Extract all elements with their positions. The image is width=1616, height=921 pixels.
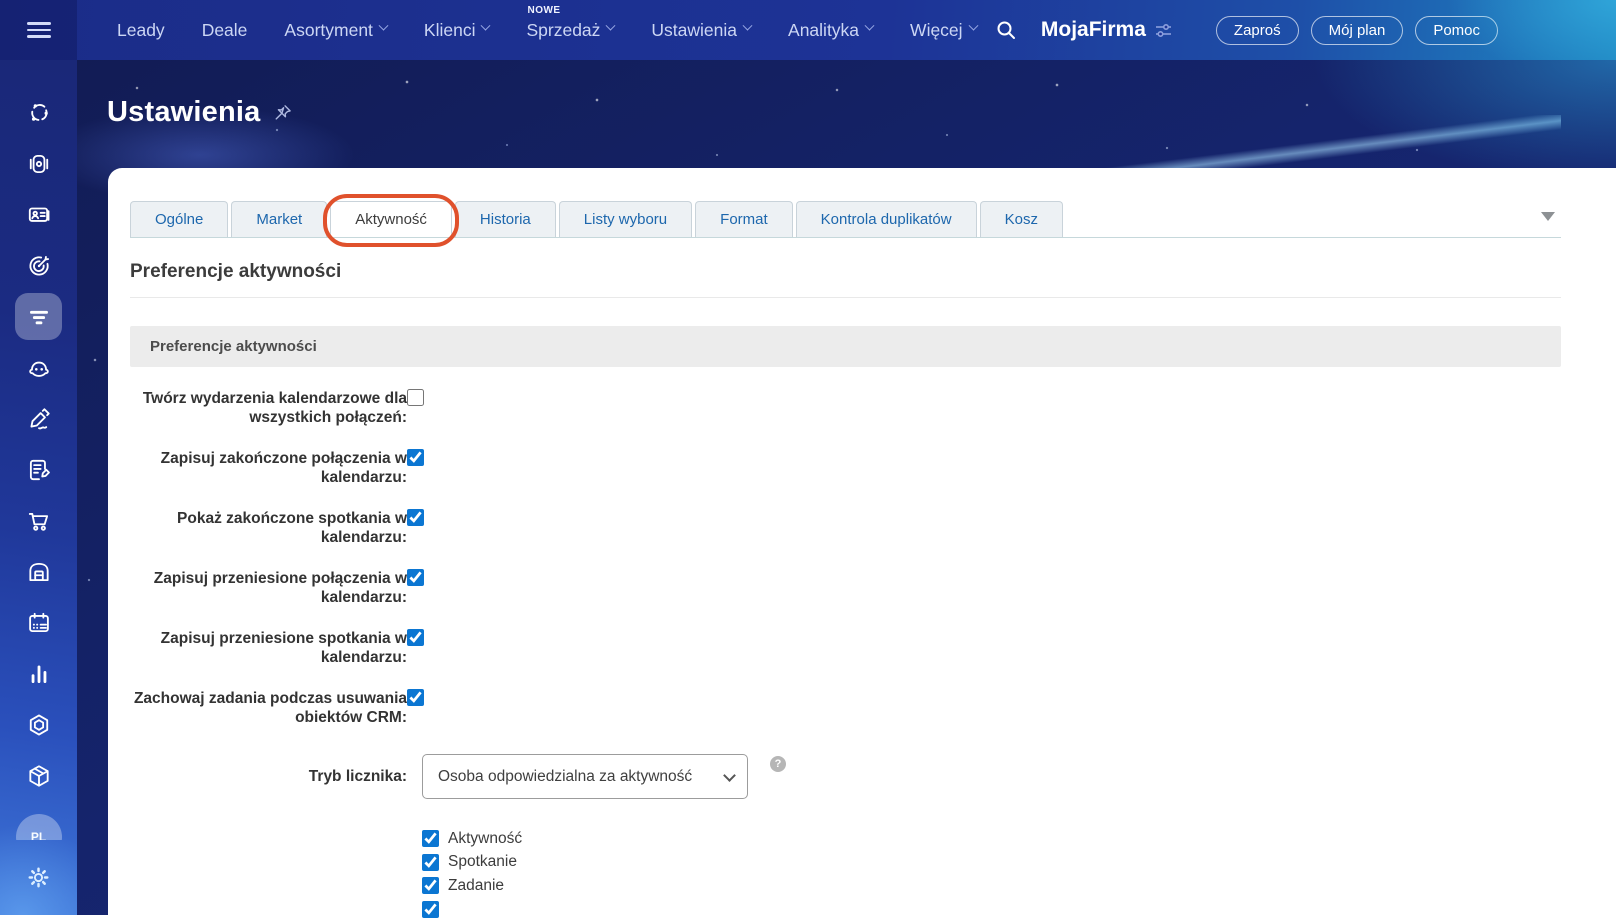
company-name[interactable]: MojaFirma [1041,18,1172,42]
checkbox-label: Aktywność [448,830,522,848]
checkbox-zadanie[interactable] [422,877,439,894]
checkbox-save-rescheduled-meetings[interactable] [407,629,424,646]
list-item: Zadanie [422,874,1561,898]
nav-item-wiecej[interactable]: Więcej [910,20,977,41]
bar-chart-icon[interactable] [0,648,77,699]
tab-historia[interactable]: Historia [455,201,556,237]
top-nav: Leady Deale Asortyment Klienci NOWE Sprz… [117,20,977,41]
list-item: Spotkanie [422,851,1561,875]
checkbox-show-completed-meetings[interactable] [407,509,424,526]
form-label: Zapisuj przeniesione spotkania w kalenda… [130,629,407,667]
nav-item-analityka[interactable]: Analityka [788,20,873,41]
my-plan-button[interactable]: Mój plan [1311,16,1404,45]
form-label: Zachowaj zadania podczas usuwania obiekt… [130,689,407,727]
cart-icon[interactable] [0,495,77,546]
top-bar: Leady Deale Asortyment Klienci NOWE Sprz… [0,0,1616,60]
counter-mode-row: Tryb licznika: Osoba odpowiedzialna za a… [130,754,1561,799]
list-item-partially-visible [422,898,1561,921]
help-icon[interactable]: ? [770,756,786,772]
target-icon[interactable] [0,240,77,291]
settings-gear-icon[interactable] [0,852,77,903]
checkbox-aktywnosc[interactable] [422,830,439,847]
main-menu-button[interactable] [0,0,77,60]
nav-item-deale[interactable]: Deale [202,20,248,41]
checkbox-save-rescheduled-calls[interactable] [407,569,424,586]
tabs-overflow-caret-icon[interactable] [1541,212,1555,221]
section-header: Preferencje aktywności [130,326,1561,367]
chevron-down-icon [968,21,978,31]
invite-button[interactable]: Zaproś [1216,16,1299,45]
form-row: Zapisuj przeniesione spotkania w kalenda… [130,629,1561,667]
form-label: Pokaż zakończone spotkania w kalendarzu: [130,509,407,547]
signature-icon[interactable] [0,393,77,444]
network-icon[interactable] [0,87,77,138]
camera-icon[interactable] [0,138,77,189]
form-label: Twórz wydarzenia kalendarzowe dla wszyst… [130,389,407,427]
form-label: Zapisuj przeniesione połączenia w kalend… [130,569,407,607]
form-row: Twórz wydarzenia kalendarzowe dla wszyst… [130,389,1561,427]
form-row: Zapisuj zakończone połączenia w kalendar… [130,449,1561,487]
calendar-icon[interactable] [0,597,77,648]
left-sidebar: PL [0,60,77,915]
chevron-down-icon [743,21,753,31]
contact-card-icon[interactable] [0,189,77,240]
content-heading: Preferencje aktywności [130,261,1561,283]
checkbox-partial[interactable] [422,901,439,918]
hamburger-icon [27,18,51,42]
form-row: Zachowaj zadania podczas usuwania obiekt… [130,689,1561,727]
list-item: Aktywność [422,827,1561,851]
settings-tabs: Ogólne Market Aktywność Historia Listy w… [130,200,1561,238]
nav-item-leady[interactable]: Leady [117,20,165,41]
nav-item-asortyment[interactable]: Asortyment [284,20,387,41]
checkbox-save-completed-calls[interactable] [407,449,424,466]
page-title: Ustawienia [107,96,261,129]
heading-divider [130,297,1561,298]
activity-type-list: Aktywność Spotkanie Zadanie [422,827,1561,921]
checkbox-calendar-events-all-calls[interactable] [407,389,424,406]
chevron-down-icon [481,21,491,31]
topbar-right-group: MojaFirma Zaproś Mój plan Pomoc [995,16,1616,45]
help-button[interactable]: Pomoc [1415,16,1498,45]
nav-item-ustawienia[interactable]: Ustawienia [651,20,751,41]
new-badge: NOWE [527,5,560,16]
form-label: Zapisuj zakończone połączenia w kalendar… [130,449,407,487]
hexagon-icon[interactable] [0,699,77,750]
pl-badge[interactable]: PL [0,801,77,852]
tab-aktywnosc[interactable]: Aktywność [330,201,452,237]
tab-kosz[interactable]: Kosz [980,201,1063,237]
checkbox-label: Zadanie [448,877,504,895]
chevron-down-icon [606,21,616,31]
funnel-icon-active[interactable] [0,291,77,342]
chevron-down-icon [865,21,875,31]
checkbox-spotkanie[interactable] [422,854,439,871]
counter-mode-label: Tryb licznika: [130,768,407,786]
form-row: Zapisuj przeniesione połączenia w kalend… [130,569,1561,607]
warehouse-icon[interactable] [0,546,77,597]
robot-icon[interactable] [0,342,77,393]
tab-format[interactable]: Format [695,201,793,237]
pl-badge-label: PL [16,814,62,840]
search-icon[interactable] [995,19,1017,41]
form-row: Pokaż zakończone spotkania w kalendarzu: [130,509,1561,547]
pin-icon[interactable] [273,103,293,123]
nav-item-sprzedaz[interactable]: NOWE Sprzedaż [526,20,614,41]
checkbox-keep-tasks-on-delete[interactable] [407,689,424,706]
tab-market[interactable]: Market [231,201,327,237]
settings-card: Ogólne Market Aktywność Historia Listy w… [108,168,1616,915]
tab-ogolne[interactable]: Ogólne [130,201,228,237]
sliders-icon [1155,23,1172,38]
nav-item-klienci[interactable]: Klienci [424,20,490,41]
document-edit-icon[interactable] [0,444,77,495]
chevron-down-icon [378,21,388,31]
counter-mode-select[interactable]: Osoba odpowiedzialna za aktywność [422,754,748,799]
tab-kontrola-duplikatow[interactable]: Kontrola duplikatów [796,201,977,237]
tab-listy-wyboru[interactable]: Listy wyboru [559,201,692,237]
checkbox-label: Spotkanie [448,853,517,871]
package-icon[interactable] [0,750,77,801]
